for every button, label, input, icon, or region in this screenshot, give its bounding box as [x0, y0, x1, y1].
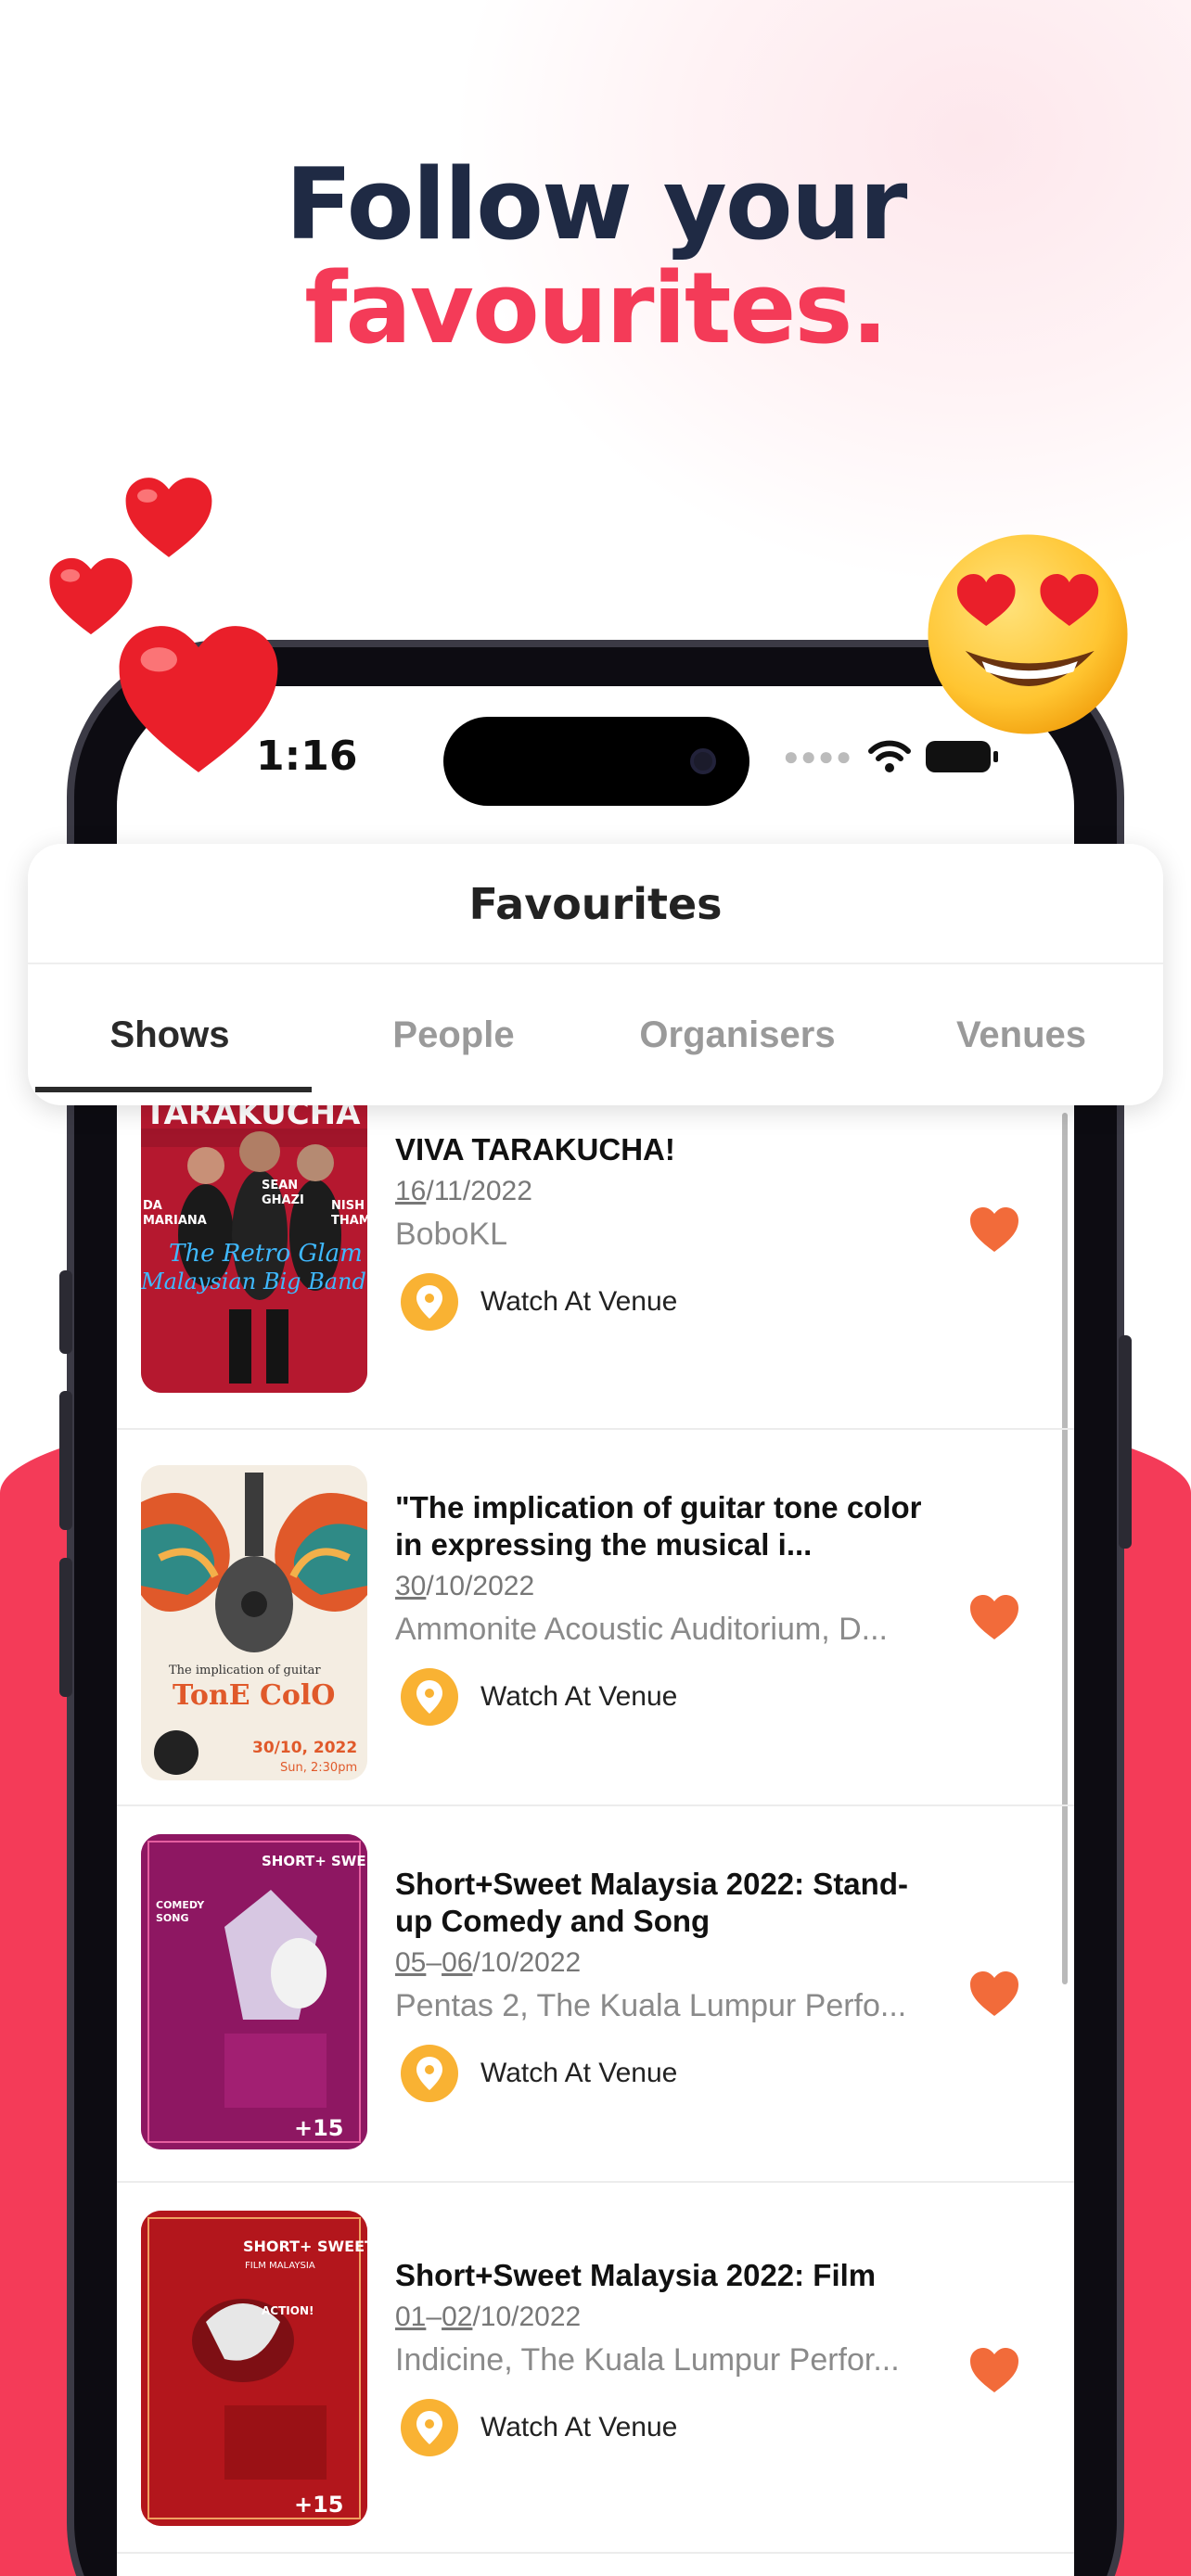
svg-text:The Retro Glam: The Retro Glam	[169, 1240, 363, 1268]
show-poster[interactable]: TARAKUCHA SEAN GHAZI DA MARIANA NISH THA…	[141, 1078, 367, 1393]
headline-line-1: Follow your	[285, 147, 908, 261]
tab-venues[interactable]: Venues	[879, 964, 1163, 1105]
show-info: Short+Sweet Malaysia 2022: Film 01–02/10…	[395, 2257, 933, 2456]
svg-text:SEAN: SEAN	[262, 1179, 298, 1192]
location-pin-icon	[401, 2399, 458, 2456]
svg-text:FILM MALAYSIA: FILM MALAYSIA	[245, 2261, 315, 2271]
svg-text:+15: +15	[294, 2492, 344, 2518]
svg-text:Sun, 2:30pm: Sun, 2:30pm	[280, 1761, 357, 1775]
show-info: Short+Sweet Malaysia 2022: Stand-up Come…	[395, 1866, 933, 2102]
favourites-show-list: TARAKUCHA SEAN GHAZI DA MARIANA NISH THA…	[117, 1078, 1074, 2554]
phone-volume-up	[59, 1391, 72, 1530]
show-date: 30/10/2022	[395, 1571, 535, 1601]
svg-text:NISH: NISH	[331, 1199, 365, 1213]
svg-text:ACTION!: ACTION!	[262, 2304, 314, 2317]
phone-side-button	[59, 1270, 72, 1354]
tab-people[interactable]: People	[312, 964, 596, 1105]
tab-organisers[interactable]: Organisers	[596, 964, 879, 1105]
svg-text:The implication of guitar: The implication of guitar	[169, 1664, 321, 1677]
favourite-heart-icon[interactable]	[968, 2346, 1020, 2394]
favourites-header: Favourites Shows People Organisers Venue…	[28, 844, 1163, 1105]
svg-text:THAM: THAM	[331, 1214, 367, 1228]
signal-icon: ●●●●	[783, 742, 853, 771]
show-title[interactable]: Short+Sweet Malaysia 2022: Film	[395, 2257, 933, 2294]
show-title[interactable]: "The implication of guitar tone color in…	[395, 1489, 933, 1563]
promo-headline: Follow your favourites.	[0, 153, 1191, 361]
favourite-heart-icon[interactable]	[968, 1593, 1020, 1641]
show-venue[interactable]: Indicine, The Kuala Lumpur Perfor...	[395, 2342, 933, 2378]
svg-text:DA: DA	[143, 1199, 162, 1213]
watch-label: Watch At Venue	[480, 1286, 678, 1317]
watch-at-venue[interactable]: Watch At Venue	[395, 2399, 933, 2456]
favourites-tabs: Shows People Organisers Venues	[28, 964, 1163, 1105]
battery-icon	[926, 741, 998, 772]
page-title: Favourites	[28, 844, 1163, 964]
watch-label: Watch At Venue	[480, 2058, 678, 2088]
show-info: "The implication of guitar tone color in…	[395, 1489, 933, 1726]
show-venue[interactable]: BoboKL	[395, 1217, 933, 1253]
svg-text:MARIANA: MARIANA	[143, 1214, 207, 1228]
show-venue[interactable]: Ammonite Acoustic Auditorium, D...	[395, 1612, 933, 1648]
location-pin-icon	[401, 1668, 458, 1726]
show-date: 16/11/2022	[395, 1176, 532, 1206]
phone-power-button	[1119, 1335, 1132, 1549]
svg-text:SONG: SONG	[156, 1912, 189, 1924]
svg-text:Malaysian Big Band: Malaysian Big Band	[141, 1269, 366, 1294]
phone-volume-down	[59, 1558, 72, 1697]
show-poster[interactable]: SHORT+ SWEET COMEDY SONG +15	[141, 1834, 367, 2149]
watch-label: Watch At Venue	[480, 1681, 678, 1712]
show-venue[interactable]: Pentas 2, The Kuala Lumpur Perfo...	[395, 1988, 933, 2024]
favourite-heart-icon[interactable]	[968, 1205, 1020, 1254]
heart-emoji-icon	[119, 626, 278, 772]
show-poster[interactable]: SHORT+ SWEET FILM MALAYSIA ACTION! +15	[141, 2211, 367, 2526]
svg-text:COMEDY: COMEDY	[156, 1899, 205, 1911]
svg-text:GHAZI: GHAZI	[262, 1193, 304, 1207]
show-date: 01–02/10/2022	[395, 2302, 582, 2332]
status-indicators: ●●●●	[783, 740, 998, 773]
headline-line-2: favourites.	[304, 251, 889, 365]
location-pin-icon	[401, 2045, 458, 2102]
wifi-icon	[868, 740, 911, 772]
show-row[interactable]: The implication of guitar TonE ColO 30/1…	[117, 1430, 1074, 1806]
svg-text:+15: +15	[294, 2115, 344, 2141]
show-info: VIVA TARAKUCHA! 16/11/2022 BoboKL Watch …	[395, 1131, 933, 1331]
dynamic-island	[443, 717, 749, 806]
favourite-heart-icon[interactable]	[968, 1970, 1020, 2018]
heart-eyes-emoji-icon	[928, 534, 1128, 734]
tab-shows[interactable]: Shows	[28, 964, 312, 1105]
svg-text:SHORT+ SWEET: SHORT+ SWEET	[243, 2238, 367, 2255]
show-date: 05–06/10/2022	[395, 1947, 582, 1978]
heart-emoji-icon	[125, 478, 212, 557]
show-title[interactable]: Short+Sweet Malaysia 2022: Stand-up Come…	[395, 1866, 933, 1940]
watch-at-venue[interactable]: Watch At Venue	[395, 1273, 933, 1331]
svg-text:TonE ColO: TonE ColO	[173, 1679, 335, 1712]
watch-at-venue[interactable]: Watch At Venue	[395, 2045, 933, 2102]
watch-at-venue[interactable]: Watch At Venue	[395, 1668, 933, 1726]
watch-label: Watch At Venue	[480, 2412, 678, 2442]
show-row[interactable]: SHORT+ SWEET FILM MALAYSIA ACTION! +15 S…	[117, 2183, 1074, 2554]
location-pin-icon	[401, 1273, 458, 1331]
show-title[interactable]: VIVA TARAKUCHA!	[395, 1131, 933, 1168]
svg-text:30/10, 2022: 30/10, 2022	[252, 1739, 357, 1757]
show-poster[interactable]: The implication of guitar TonE ColO 30/1…	[141, 1465, 367, 1780]
show-row[interactable]: SHORT+ SWEET COMEDY SONG +15 Short+Sweet…	[117, 1806, 1074, 2183]
show-row[interactable]: TARAKUCHA SEAN GHAZI DA MARIANA NISH THA…	[117, 1078, 1074, 1430]
svg-text:SHORT+ SWEET: SHORT+ SWEET	[262, 1853, 367, 1869]
